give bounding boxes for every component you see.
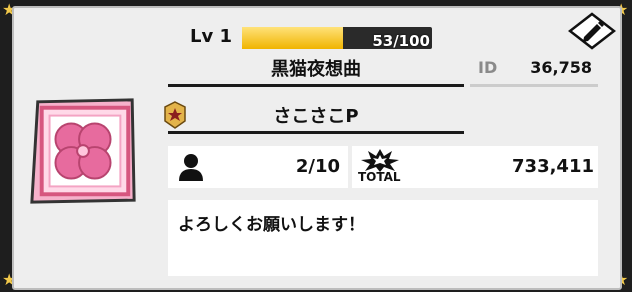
level-label: Lv 1 — [190, 26, 232, 47]
total-value: 733,411 — [512, 156, 594, 177]
player-name-field: さこさこP — [168, 103, 464, 134]
person-icon — [179, 154, 203, 181]
id-value: 36,758 — [530, 58, 592, 77]
team-name-field: 黒猫夜想曲 — [168, 56, 464, 87]
edit-pencil-icon[interactable] — [568, 12, 616, 50]
clover-emblem-icon — [30, 98, 136, 204]
id-label: ID — [478, 58, 498, 77]
team-name: 黒猫夜想曲 — [271, 59, 361, 80]
player-name: さこさこP — [273, 106, 359, 127]
xp-text: 53/100 — [372, 32, 430, 50]
xp-bar-fill — [242, 27, 343, 49]
friends-count: 2/10 — [295, 156, 340, 177]
total-label: TOTAL — [358, 170, 401, 184]
comment-text: よろしくお願いします！ — [178, 215, 365, 235]
burst-icon — [361, 149, 399, 172]
